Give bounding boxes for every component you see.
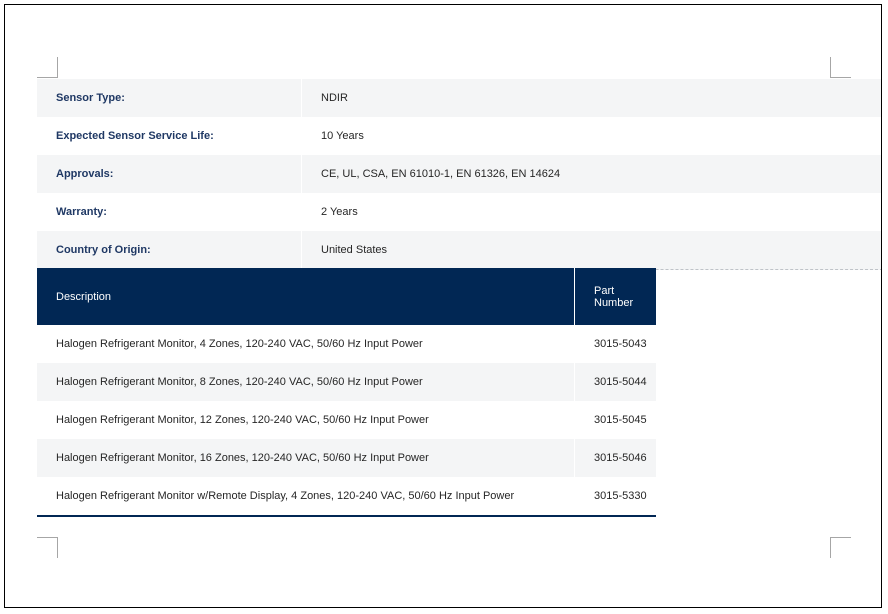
- document-page: Sensor Type: NDIR Expected Sensor Servic…: [4, 4, 882, 608]
- spec-row-warranty: Warranty: 2 Years: [37, 193, 881, 231]
- table-row: Halogen Refrigerant Monitor, 12 Zones, 1…: [37, 401, 656, 439]
- row-part-number: 3015-5046: [594, 452, 647, 464]
- spec-label: Sensor Type:: [37, 79, 302, 117]
- row-description: Halogen Refrigerant Monitor, 12 Zones, 1…: [37, 401, 575, 439]
- spec-row-country-of-origin: Country of Origin: United States: [37, 231, 881, 270]
- header-part-number: Part Number: [594, 284, 634, 309]
- part-numbers-table: Description Part Number Halogen Refriger…: [37, 268, 656, 517]
- table-row: Halogen Refrigerant Monitor w/Remote Dis…: [37, 477, 656, 515]
- specifications-table: Sensor Type: NDIR Expected Sensor Servic…: [37, 79, 881, 270]
- spec-label: Warranty:: [37, 193, 302, 231]
- spec-value: 10 Years: [321, 130, 364, 142]
- table-header: Description Part Number: [37, 268, 656, 325]
- row-part-number: 3015-5330: [594, 490, 647, 502]
- spec-row-approvals: Approvals: CE, UL, CSA, EN 61010-1, EN 6…: [37, 155, 881, 193]
- spec-row-sensor-life: Expected Sensor Service Life: 10 Years: [37, 117, 881, 155]
- margin-mark-top-right: [830, 57, 851, 78]
- table-bottom-rule: [37, 515, 656, 517]
- table-row: Halogen Refrigerant Monitor, 4 Zones, 12…: [37, 325, 656, 363]
- spec-value: United States: [321, 244, 388, 256]
- spec-label: Approvals:: [37, 155, 302, 193]
- row-part-number: 3015-5043: [594, 338, 647, 350]
- row-part-number: 3015-5044: [594, 376, 647, 388]
- row-description: Halogen Refrigerant Monitor, 16 Zones, 1…: [37, 439, 575, 477]
- table-row: Halogen Refrigerant Monitor, 8 Zones, 12…: [37, 363, 656, 401]
- margin-mark-bottom-right: [830, 537, 851, 558]
- row-description: Halogen Refrigerant Monitor w/Remote Dis…: [37, 477, 575, 515]
- row-part-number: 3015-5045: [594, 414, 647, 426]
- spec-value: NDIR: [321, 92, 348, 104]
- spec-value: CE, UL, CSA, EN 61010-1, EN 61326, EN 14…: [321, 168, 561, 180]
- spec-label: Expected Sensor Service Life:: [37, 117, 302, 155]
- margin-mark-bottom-left: [37, 537, 58, 558]
- table-row: Halogen Refrigerant Monitor, 16 Zones, 1…: [37, 439, 656, 477]
- spec-row-sensor-type: Sensor Type: NDIR: [37, 79, 881, 117]
- header-description: Description: [37, 268, 575, 325]
- spec-label: Country of Origin:: [37, 231, 302, 269]
- row-description: Halogen Refrigerant Monitor, 4 Zones, 12…: [37, 325, 575, 363]
- row-description: Halogen Refrigerant Monitor, 8 Zones, 12…: [37, 363, 575, 401]
- margin-mark-top-left: [37, 57, 58, 78]
- spec-value: 2 Years: [321, 206, 358, 218]
